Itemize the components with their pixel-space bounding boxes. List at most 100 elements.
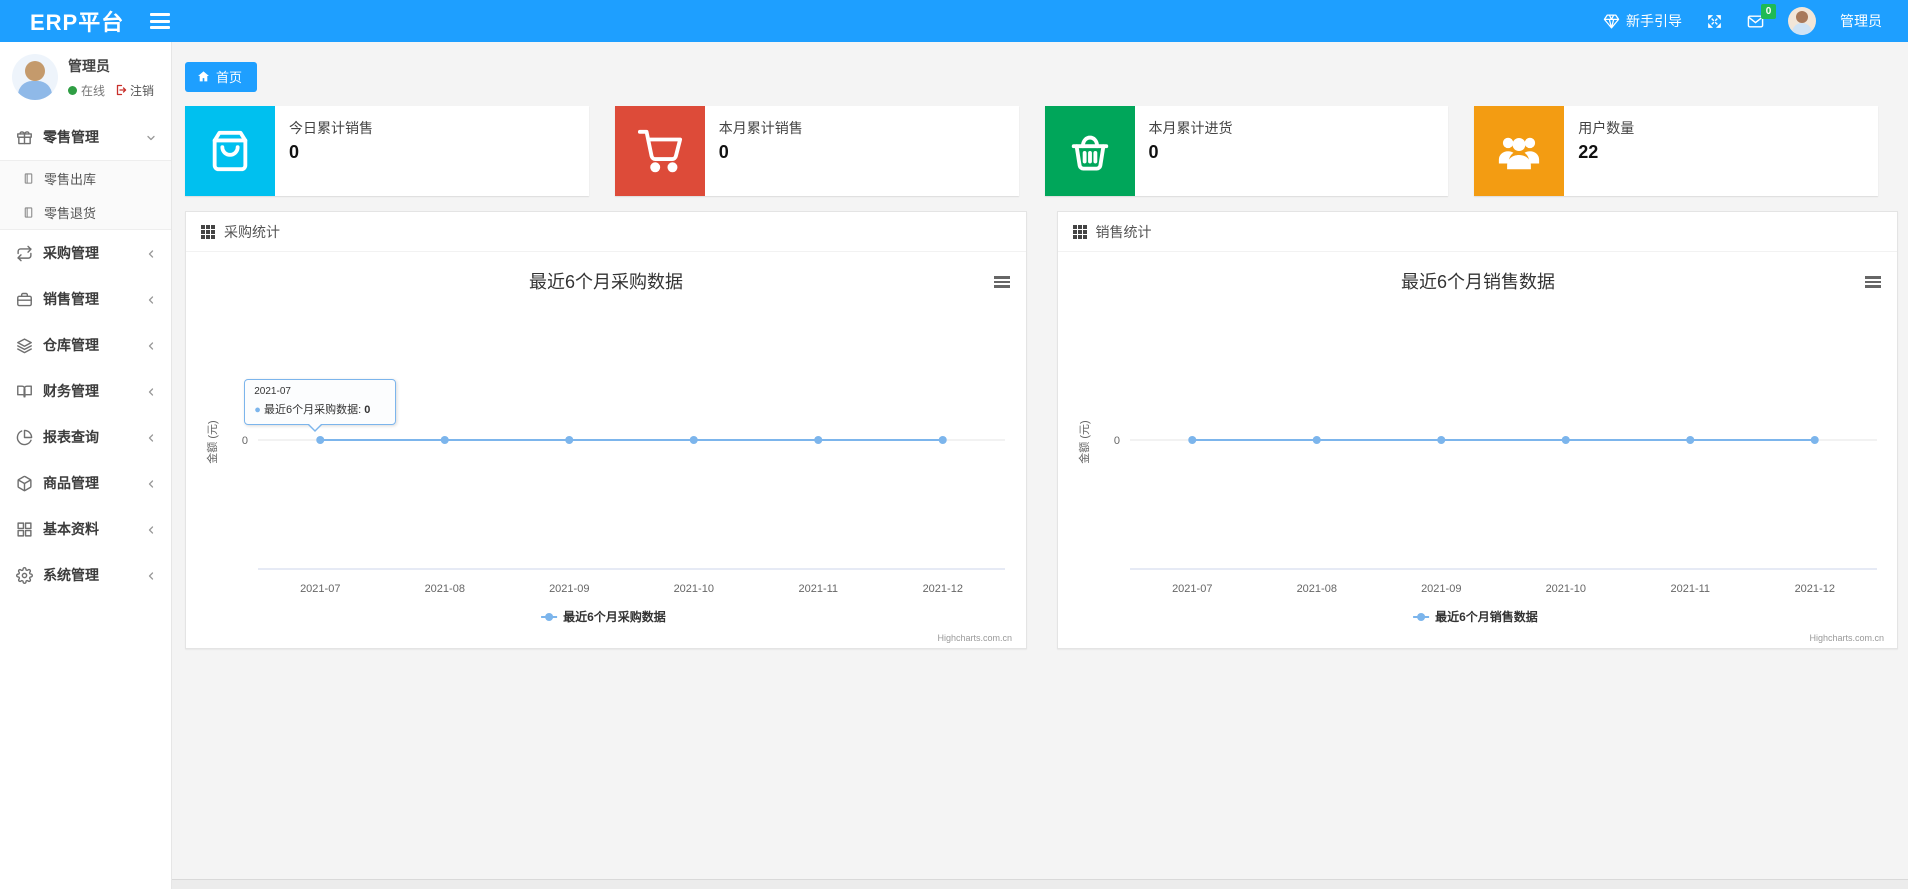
svg-text:Highcharts.com.cn: Highcharts.com.cn: [1809, 633, 1884, 643]
sidebar-item-label: 零售管理: [43, 129, 99, 145]
sidebar-item-2[interactable]: 销售管理: [0, 276, 171, 322]
sidebar-item-3[interactable]: 仓库管理: [0, 322, 171, 368]
main-content: 首页 今日累计销售 0 本月累计销售 0 本月累计进货 0 用户数量 22 采购统计 最近6个…: [172, 42, 1908, 889]
user-panel: 管理员 在线 注销: [0, 42, 171, 114]
sidebar-menu: 零售管理零售出库零售退货采购管理销售管理仓库管理财务管理报表查询商品管理基本资料…: [0, 114, 171, 598]
chevron-left-icon: [145, 339, 157, 351]
message-badge: 0: [1761, 3, 1776, 19]
messages-button[interactable]: 0: [1747, 3, 1776, 30]
stat-card-body: 本月累计进货 0: [1135, 106, 1247, 196]
tab-home[interactable]: 首页: [185, 62, 258, 92]
stat-card-body: 今日累计销售 0: [275, 106, 387, 196]
sidebar-item-label: 财务管理: [43, 383, 99, 399]
panel-header: 销售统计: [1057, 212, 1897, 252]
stat-card-value: 0: [1148, 142, 1159, 162]
panel-header: 采购统计: [186, 212, 1026, 252]
sidebar-item-label: 采购管理: [43, 245, 99, 261]
chevron-left-icon: [145, 293, 157, 305]
chevron-down-icon: [145, 131, 157, 143]
svg-text:2021-07: 2021-07: [300, 583, 340, 595]
sidebar-subitem[interactable]: 零售出库: [0, 161, 171, 195]
sidebar-item-7[interactable]: 基本资料: [0, 506, 171, 552]
sidebar-item-4[interactable]: 财务管理: [0, 368, 171, 414]
pie-chart-icon: [16, 429, 33, 446]
gem-icon: [1603, 13, 1620, 30]
guide-link[interactable]: 新手引导: [1603, 11, 1682, 31]
stat-card-value: 0: [718, 142, 729, 162]
fullscreen-button[interactable]: [1706, 13, 1723, 30]
panel-title: 采购统计: [224, 223, 280, 240]
svg-text:0: 0: [242, 435, 248, 447]
svg-text:2021-11: 2021-11: [1670, 583, 1710, 595]
footer: [172, 879, 1908, 889]
stat-card-label: 本月累计进货: [1148, 120, 1233, 136]
svg-text:0: 0: [1113, 435, 1119, 447]
repeat-icon: [16, 245, 33, 262]
sidebar-item-1[interactable]: 采购管理: [0, 230, 171, 276]
menu-toggle-icon[interactable]: [150, 13, 171, 29]
briefcase-icon: [16, 291, 33, 308]
basket-icon: [1044, 106, 1135, 196]
panel-title: 销售统计: [1095, 223, 1152, 240]
stat-card-value: 0: [289, 142, 300, 162]
navbar-avatar[interactable]: [1788, 7, 1816, 35]
top-navbar: ERP平台 新手引导 0 管理员: [0, 0, 1908, 42]
navbar-right: 新手引导 0 管理员: [1603, 3, 1908, 35]
sidebar-item-6[interactable]: 商品管理: [0, 460, 171, 506]
sidebar-item-8[interactable]: 系统管理: [0, 552, 171, 598]
online-status-label: 在线: [81, 83, 106, 98]
user-avatar: [12, 54, 58, 100]
chart-context-menu-button[interactable]: [993, 276, 1010, 288]
sidebar-item-5[interactable]: 报表查询: [0, 414, 171, 460]
chevron-left-icon: [145, 477, 157, 489]
svg-text:Highcharts.com.cn: Highcharts.com.cn: [937, 633, 1012, 643]
chart-context-menu-button[interactable]: [1865, 276, 1881, 288]
stat-card-body: 用户数量 22: [1564, 106, 1648, 196]
navbar-username[interactable]: 管理员: [1840, 11, 1882, 31]
svg-text:金额 (元): 金额 (元): [205, 420, 219, 463]
stat-card-0: 今日累计销售 0: [185, 106, 589, 196]
svg-text:最近6个月销售数据: 最近6个月销售数据: [1400, 272, 1554, 292]
online-status-dot: [68, 85, 77, 95]
tab-bar: 首页: [172, 42, 1908, 92]
sidebar: 管理员 在线 注销 零售管理零售出库零售退货采购管理销售管理仓库管理财务管理报表…: [0, 42, 172, 889]
home-icon: [197, 70, 210, 83]
box-icon: [16, 475, 33, 492]
sidebar-item-0[interactable]: 零售管理: [0, 114, 171, 160]
logout-link[interactable]: 注销: [115, 82, 154, 99]
sidebar-subitem[interactable]: 零售退货: [0, 195, 171, 229]
sidebar-item-label: 销售管理: [43, 291, 99, 307]
svg-text:2021-09: 2021-09: [549, 583, 589, 595]
stat-card-1: 本月累计销售 0: [614, 106, 1019, 196]
app-logo[interactable]: ERP平台: [30, 5, 124, 37]
sign-out-icon: [115, 84, 127, 96]
svg-text:2021-10: 2021-10: [1545, 583, 1585, 595]
sales-chart[interactable]: 最近6个月销售数据 金额 (元) 0 2021-07 2021-08 2021-09 202…: [1058, 252, 1898, 648]
navbar-left: ERP平台: [0, 5, 171, 37]
cart-icon: [614, 106, 705, 196]
sales-stats-panel: 销售统计 最近6个月销售数据 金额 (元) 0 2021-07 2021-08 2021-…: [1056, 211, 1898, 649]
purchase-chart[interactable]: 最近6个月采购数据 金额 (元) 0 2021-07 2021-08 2021-09 202…: [186, 252, 1026, 648]
svg-text:最近6个月销售数据: 最近6个月销售数据: [1435, 609, 1538, 624]
svg-text:最近6个月采购数据: 最近6个月采购数据: [529, 272, 683, 292]
chevron-left-icon: [145, 523, 157, 535]
stat-card-2: 本月累计进货 0: [1044, 106, 1449, 196]
sidebar-item-label: 商品管理: [43, 475, 99, 491]
sidebar-item-label: 仓库管理: [43, 337, 99, 353]
stat-cards-row: 今日累计销售 0 本月累计销售 0 本月累计进货 0 用户数量 22: [185, 106, 1878, 196]
logout-label: 注销: [130, 83, 155, 98]
svg-text:2021-09: 2021-09: [1421, 583, 1461, 595]
user-name: 管理员: [68, 57, 110, 74]
tab-home-label: 首页: [216, 70, 243, 85]
purchase-stats-panel: 采购统计 最近6个月采购数据 金额 (元) 0 2021-07 2021-08 2021-…: [185, 211, 1027, 649]
sidebar-item-label: 基本资料: [43, 521, 99, 537]
sidebar-subitem-label: 零售出库: [44, 171, 97, 187]
sidebar-item-label: 报表查询: [43, 429, 99, 445]
shopping-bag-icon: [185, 106, 275, 196]
chevron-left-icon: [145, 247, 157, 259]
stat-card-body: 本月累计销售 0: [705, 106, 817, 196]
line-chart-svg: 最近6个月销售数据金额 (元) 02021-07 2021-08 2021-09 202…: [1077, 272, 1884, 643]
th-grid-icon: [1072, 224, 1087, 239]
guide-label: 新手引导: [1626, 13, 1682, 29]
svg-text:2021-07: 2021-07: [1172, 583, 1212, 595]
